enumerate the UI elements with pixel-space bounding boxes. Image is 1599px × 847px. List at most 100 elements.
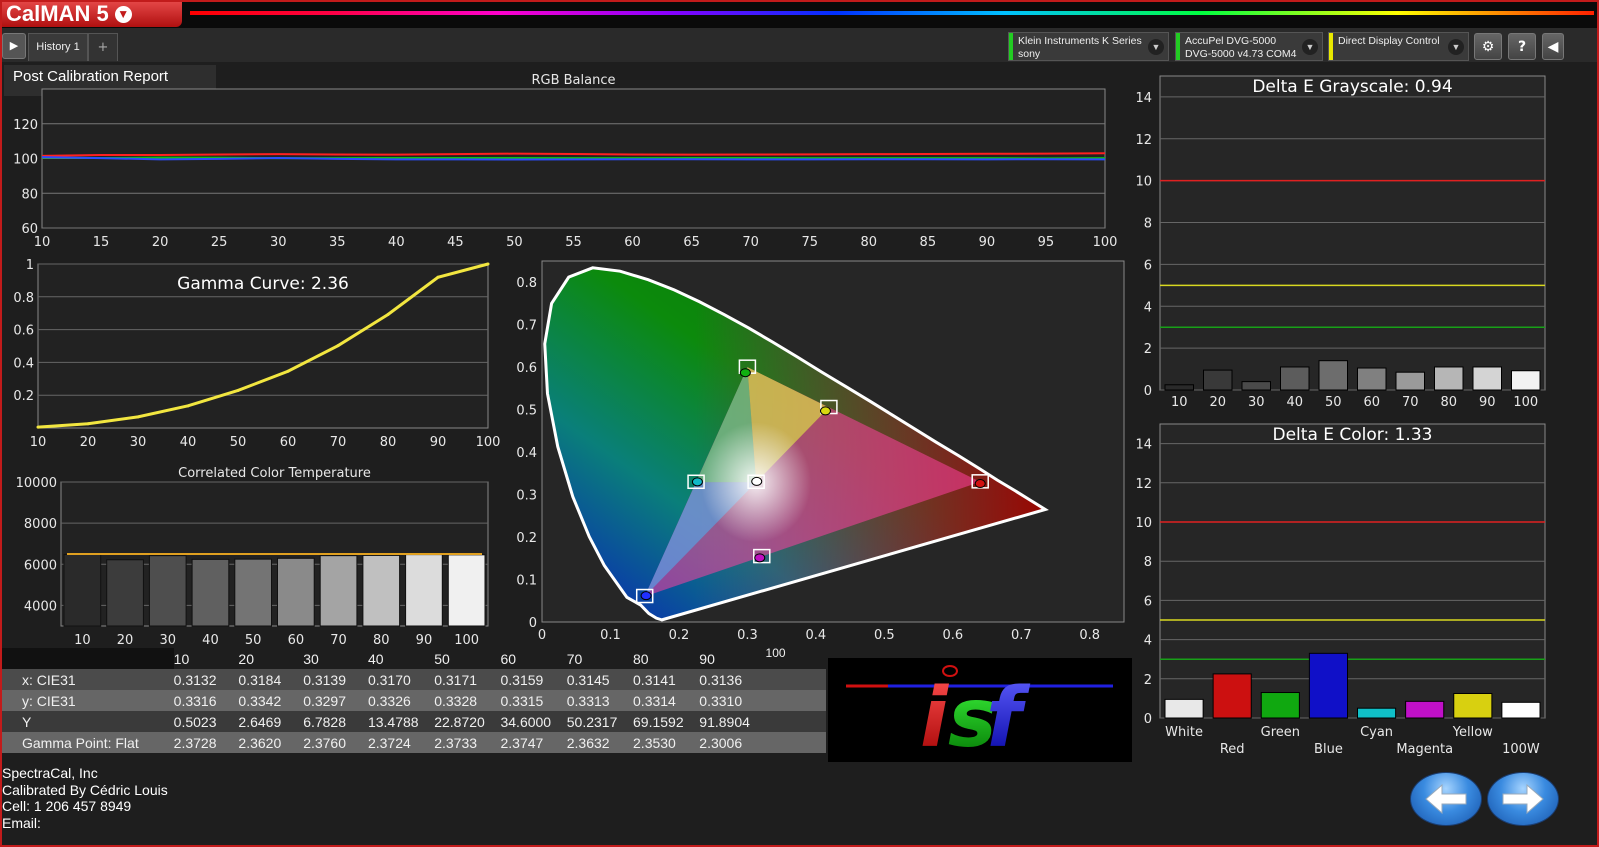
table-cell: 34.6000 (500, 711, 567, 732)
gamma-point (186, 404, 190, 408)
delta-e-bar (1203, 369, 1233, 391)
delta-e-bar (1241, 381, 1271, 391)
x-tick-label: 80 (861, 235, 878, 250)
measurement-table: 10 20 30 40 50 60 70 80 90 100 x: CIE31 … (2, 648, 826, 753)
y-tick-label: 0.4 (13, 356, 34, 371)
gear-icon: ⚙ (1481, 39, 1495, 55)
row-label: Y (2, 711, 174, 732)
generator-port: DVG-5000 v4.73 COM4 (1185, 48, 1297, 60)
calibrated-by: Calibrated By Cédric Louis (2, 781, 168, 798)
x-tick-label: 40 (180, 435, 197, 450)
table-cell: 0.3145 (566, 669, 634, 690)
x-tick-label: 100 (1513, 395, 1538, 410)
table-header-cell: 30 (303, 648, 368, 669)
table-cell: 22.8720 (434, 711, 501, 732)
cct-bar (447, 554, 486, 627)
table-cell (765, 669, 826, 690)
meter-status-stripe (1009, 33, 1013, 60)
table-cell: 0.3136 (699, 669, 766, 690)
rgb-balance-chart: 608010012010 15 20 25 30 35 40 45 50 55 60 65 70 75 80… (13, 73, 1118, 250)
x-tick-label: 30 (130, 435, 147, 450)
delta-e-bar (1308, 652, 1348, 719)
generator-name: AccuPel DVG-5000 (1185, 35, 1277, 47)
x-tick-label: 0.4 (806, 628, 827, 643)
x-tick-label: 0 (538, 628, 546, 643)
row-label: x: CIE31 (2, 669, 174, 690)
y-tick-label: 10000 (16, 476, 57, 491)
play-icon[interactable]: ▶ (2, 33, 26, 59)
x-tick-label: 0.3 (737, 628, 758, 643)
gamma-point (36, 425, 40, 429)
x-tick-label: 0.1 (600, 628, 621, 643)
x-tick-label: 35 (329, 235, 346, 250)
gamma-point (386, 313, 390, 317)
chevron-down-icon[interactable]: ▼ (1148, 39, 1164, 55)
delta-e-color-chart: 0 2 4 6 8 10 12 14 Delta E Color: 1.33 White Red Gr… (1135, 423, 1546, 757)
collapse-panel-button[interactable]: ◀ (1542, 33, 1564, 60)
y-tick-label: 14 (1135, 438, 1152, 453)
x-tick-label: 100 (1093, 235, 1118, 250)
x-tick-label: 25 (211, 235, 228, 250)
table-cell: 0.3132 (173, 669, 239, 690)
table-header-row: 10 20 30 40 50 60 70 80 90 100 (2, 648, 826, 669)
delta-e-bar (1357, 367, 1387, 391)
table-header-cell: 70 (566, 648, 634, 669)
x-tick-label: 20 (1209, 395, 1226, 410)
table-cell: 0.3342 (238, 690, 304, 711)
table-cell: 2.3006 (699, 732, 766, 753)
x-tick-label: 10 (1171, 395, 1188, 410)
table-cell: 0.3310 (699, 690, 766, 711)
help-button[interactable]: ? (1508, 33, 1536, 60)
table-cell: 0.3315 (500, 690, 567, 711)
forward-button[interactable] (1487, 772, 1559, 826)
table-cell: 0.3139 (303, 669, 368, 690)
table-header-cell: 10 (173, 648, 239, 669)
x-tick-label: Cyan (1360, 725, 1393, 740)
gamma-point (236, 388, 240, 392)
display-status-stripe (1329, 33, 1333, 60)
table-cell: 0.3159 (500, 669, 567, 690)
delta-e-grayscale-chart: 0 2 4 6 8 10 12 14 Delta E Grayscale: 0.94 10 20 30… (1135, 75, 1546, 410)
back-button[interactable] (1410, 772, 1482, 826)
add-tab-button[interactable]: + (88, 33, 118, 61)
meter-profile: sony (1018, 48, 1041, 60)
delta-e-bar (1453, 693, 1493, 719)
x-tick-label: 100 (454, 633, 479, 647)
x-tick-label: Blue (1314, 742, 1343, 757)
gamma-point (486, 262, 490, 266)
x-tick-label: 50 (230, 435, 247, 450)
tab-history-1[interactable]: History 1 (28, 33, 88, 61)
y-tick-label: 0.2 (516, 531, 537, 546)
gamma-curve-chart: 0.2 0.4 0.6 0.8 1 10 20 30 40 50 60 70 80 90 100 Gamma … (13, 258, 500, 450)
chart-title: RGB Balance (531, 73, 615, 88)
table-row: x: CIE31 0.3132 0.3184 0.3139 0.3170 0.3… (2, 669, 826, 690)
y-tick-label: 2 (1144, 342, 1152, 357)
y-tick-label: 0 (1144, 384, 1152, 399)
chevron-down-icon[interactable]: ▼ (1302, 39, 1318, 55)
delta-e-bar (1280, 366, 1310, 391)
x-tick-label: 65 (683, 235, 700, 250)
x-tick-label: 30 (1248, 395, 1265, 410)
delta-e-bar (1260, 692, 1300, 719)
x-tick-label: 80 (380, 435, 397, 450)
x-tick-label: 70 (1402, 395, 1419, 410)
table-cell (765, 732, 826, 753)
gamma-point (86, 422, 90, 426)
cct-bar (106, 559, 144, 627)
table-cell: 0.5023 (173, 711, 239, 732)
settings-button[interactable]: ⚙ (1474, 33, 1502, 60)
table-cell: 0.3314 (633, 690, 700, 711)
table-cell: 2.6469 (238, 711, 304, 732)
meter-selector[interactable]: Klein Instruments K Series sony ▼ (1008, 32, 1169, 61)
chevron-down-icon[interactable]: ▼ (1448, 39, 1464, 55)
cct-bar (234, 558, 273, 627)
display-control-selector[interactable]: Direct Display Control ▼ (1328, 32, 1469, 61)
pattern-generator-selector[interactable]: AccuPel DVG-5000 DVG-5000 v4.73 COM4 ▼ (1175, 32, 1323, 61)
cct-bar (63, 553, 102, 627)
app-menu-button[interactable]: CalMAN 5 ▼ (2, 0, 182, 27)
table-cell: 2.3733 (434, 732, 501, 753)
measured-point (691, 477, 703, 487)
delta-e-bar (1395, 371, 1425, 391)
table-cell: 2.3530 (633, 732, 700, 753)
table-cell: 2.3760 (303, 732, 368, 753)
